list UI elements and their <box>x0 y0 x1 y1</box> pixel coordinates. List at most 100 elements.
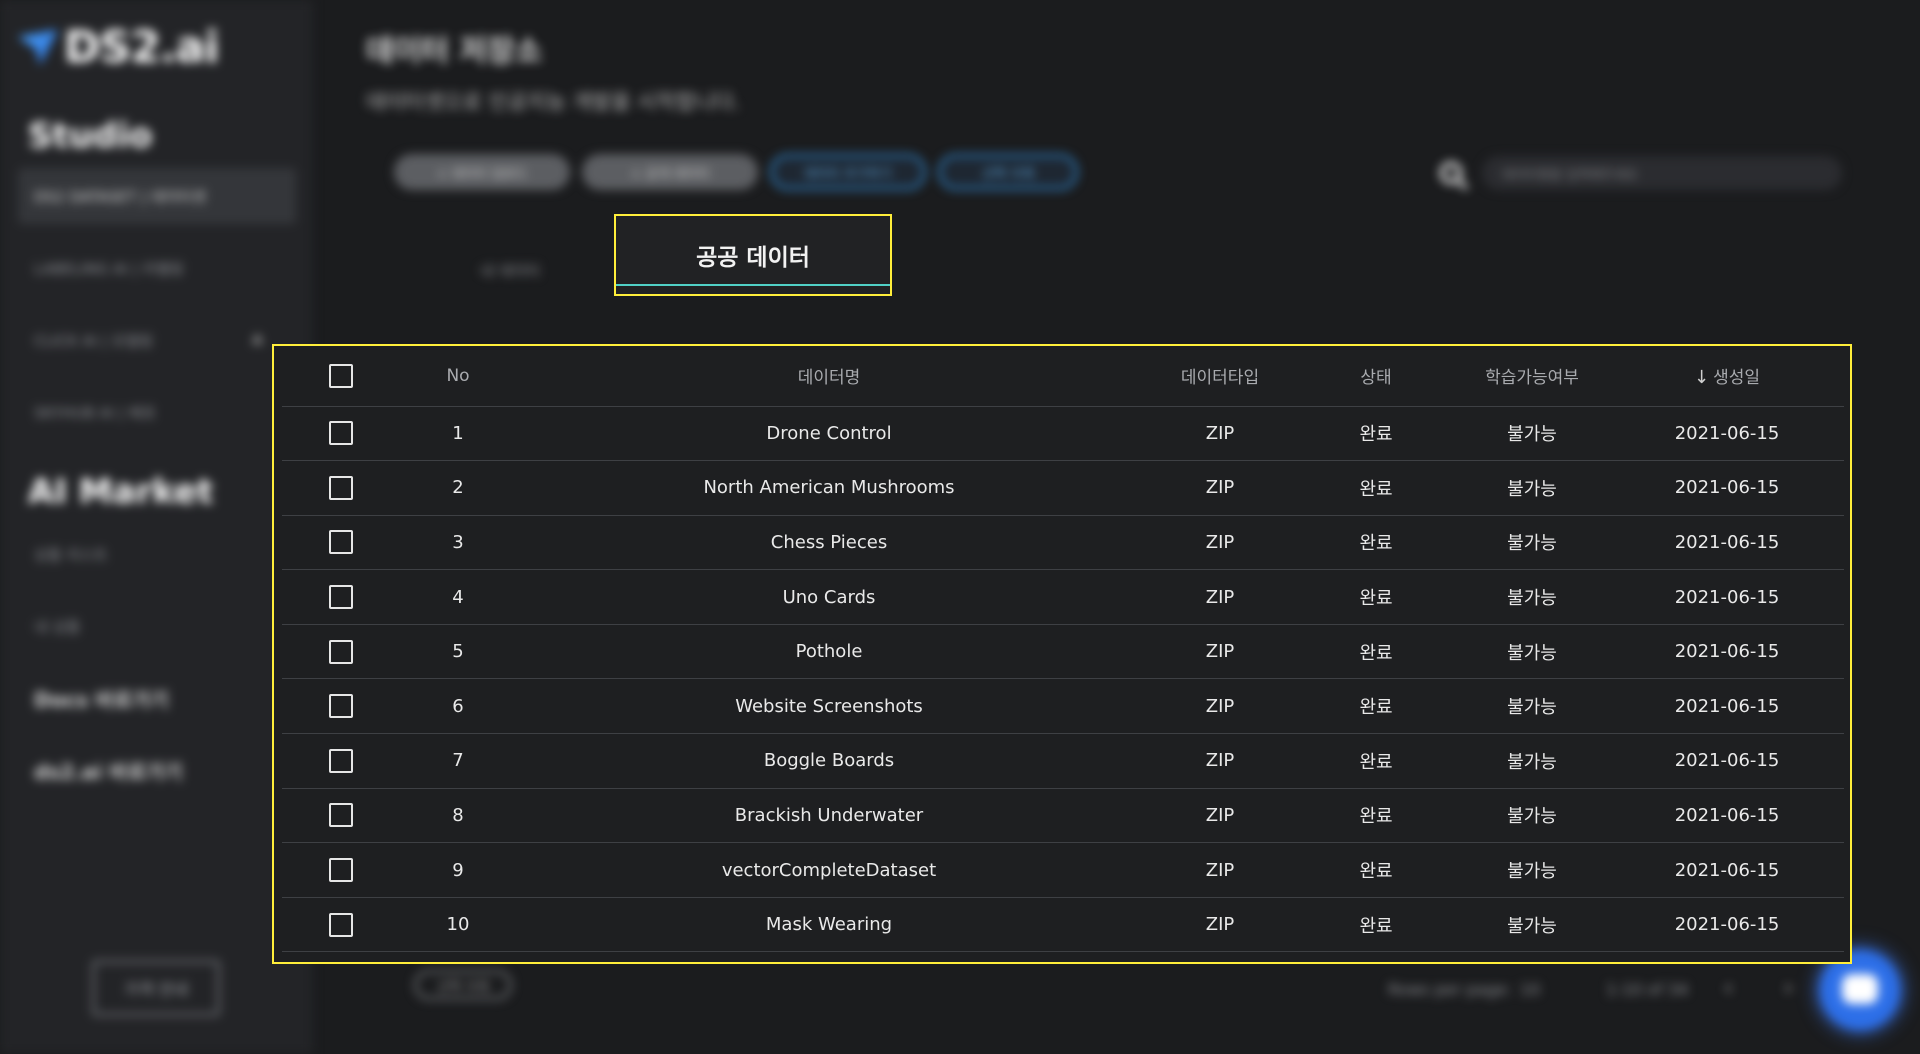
pricing-button[interactable]: 가격 안내 <box>92 960 220 1016</box>
column-header-type[interactable]: 데이터타입 <box>1142 346 1298 407</box>
cell-status: 완료 <box>1298 406 1454 462</box>
sidebar-item-product-list[interactable]: 상품 리스트 <box>18 526 296 582</box>
search-input[interactable]: 데이터명을 입력해주세요 <box>1482 156 1842 190</box>
cell-trainable: 불가능 <box>1454 788 1610 844</box>
cell-status: 완료 <box>1298 624 1454 680</box>
cell-no: 5 <box>400 624 516 680</box>
row-checkbox[interactable] <box>329 858 353 883</box>
cell-trainable: 불가능 <box>1454 842 1610 898</box>
table-row[interactable]: 4 Uno Cards ZIP 완료 불가능 2021-06-15 <box>282 569 1844 625</box>
dataset-table-panel: No 데이터명 데이터타입 상태 학습가능여부 ↓ 생성일 1 Drone Cont… <box>272 344 1852 964</box>
row-select-cell <box>282 842 400 898</box>
cell-type: ZIP <box>1142 733 1298 789</box>
chevron-up-icon[interactable]: ▲ <box>252 330 263 346</box>
table-row[interactable]: 5 Pothole ZIP 완료 불가능 2021-06-15 <box>282 624 1844 680</box>
cell-trainable: 불가능 <box>1454 624 1610 680</box>
column-header-name[interactable]: 데이터명 <box>516 346 1142 407</box>
cell-created: 2021-06-15 <box>1610 624 1844 680</box>
cell-name: Drone Control <box>516 406 1142 462</box>
cell-type: ZIP <box>1142 406 1298 462</box>
ds2-site-link[interactable]: ds2.ai 바로가기 <box>34 756 183 785</box>
cell-status: 완료 <box>1298 788 1454 844</box>
row-checkbox[interactable] <box>329 585 353 610</box>
tab-active-indicator <box>616 284 890 286</box>
cell-name: Chess Pieces <box>516 515 1142 571</box>
cell-no: 3 <box>400 515 516 571</box>
studio-heading: Studio <box>28 116 153 156</box>
cell-created: 2021-06-15 <box>1610 733 1844 789</box>
row-checkbox[interactable] <box>329 694 353 719</box>
row-select-cell <box>282 733 400 789</box>
table-row[interactable]: 3 Chess Pieces ZIP 완료 불가능 2021-06-15 <box>282 515 1844 571</box>
add-data-button[interactable]: 데이터 추가하기 <box>770 154 926 190</box>
sidebar-item-dataset[interactable]: DS2 DATASET | 데이터셋 <box>18 168 296 224</box>
footer-delete-chip[interactable]: 선택 삭제 <box>414 970 512 1000</box>
cell-status: 완료 <box>1298 678 1454 735</box>
cell-no: 10 <box>400 897 516 953</box>
cell-no: 9 <box>400 842 516 898</box>
table-row[interactable]: 9 vectorCompleteDataset ZIP 완료 불가능 2021-06-15 <box>282 842 1844 898</box>
column-header-created[interactable]: ↓ 생성일 <box>1610 346 1844 407</box>
cell-no: 8 <box>400 788 516 844</box>
tab-public-data-label: 공공 데이터 <box>696 245 810 271</box>
row-select-cell <box>282 624 400 680</box>
row-select-cell <box>282 515 400 571</box>
rows-per-page-label: Rows per page: <box>1388 980 1512 999</box>
sidebar-item-labeling[interactable]: LABELING AI | 라벨링 <box>18 240 296 296</box>
cell-name: Mask Wearing <box>516 897 1142 953</box>
page-title: 데이터 저장소 <box>366 34 543 69</box>
cell-type: ZIP <box>1142 460 1298 516</box>
tab-my-data[interactable]: 내 데이터 <box>480 260 540 281</box>
delete-selected-button[interactable]: 선택 삭제 <box>938 154 1078 190</box>
cell-trainable: 불가능 <box>1454 406 1610 462</box>
search-icon[interactable] <box>1440 162 1462 184</box>
cell-status: 완료 <box>1298 515 1454 571</box>
table-row[interactable]: 8 Brackish Underwater ZIP 완료 불가능 2021-06-15 <box>282 788 1844 844</box>
cell-created: 2021-06-15 <box>1610 569 1844 625</box>
row-checkbox[interactable] <box>329 475 353 500</box>
select-all-checkbox[interactable] <box>329 363 353 388</box>
row-checkbox[interactable] <box>329 639 353 664</box>
upload-data-button[interactable]: + 데이터 업로드 <box>394 154 570 190</box>
row-checkbox[interactable] <box>329 912 353 937</box>
arrow-down-icon: ↓ <box>1693 367 1710 389</box>
cell-status: 완료 <box>1298 569 1454 625</box>
table-row[interactable]: 1 Drone Control ZIP 완료 불가능 2021-06-15 <box>282 406 1844 462</box>
cell-type: ZIP <box>1142 842 1298 898</box>
column-header-no[interactable]: No <box>400 346 516 407</box>
next-page-icon[interactable]: › <box>1784 976 1793 1001</box>
docs-link[interactable]: Docs 바로가기 <box>34 684 169 713</box>
row-checkbox[interactable] <box>329 421 353 446</box>
row-checkbox[interactable] <box>329 803 353 828</box>
brand-logo[interactable]: DS2.ai <box>18 22 219 73</box>
cell-trainable: 불가능 <box>1454 515 1610 571</box>
sidebar-item-my-products[interactable]: 내 상품 <box>18 598 296 654</box>
cell-type: ZIP <box>1142 515 1298 571</box>
table-row[interactable]: 7 Boggle Boards ZIP 완료 불가능 2021-06-15 <box>282 733 1844 789</box>
rows-per-page-select[interactable]: 10 <box>1520 980 1540 999</box>
sidebar-item-skyhub[interactable]: SKYHUB AI | 배포 <box>18 384 296 440</box>
row-checkbox[interactable] <box>329 748 353 773</box>
table-row[interactable]: 6 Website Screenshots ZIP 완료 불가능 2021-06-15 <box>282 678 1844 735</box>
cell-trainable: 불가능 <box>1454 569 1610 625</box>
cell-type: ZIP <box>1142 569 1298 625</box>
page-range: 1-10 of 34 <box>1606 980 1689 999</box>
tab-public-data[interactable]: 공공 데이터 <box>614 214 892 296</box>
cell-name: Boggle Boards <box>516 733 1142 789</box>
sidebar: DS2.ai Studio DS2 DATASET | 데이터셋 LABELIN… <box>0 0 313 1054</box>
cell-created: 2021-06-15 <box>1610 460 1844 516</box>
cell-no: 4 <box>400 569 516 625</box>
row-checkbox[interactable] <box>329 530 353 555</box>
column-header-trainable[interactable]: 학습가능여부 <box>1454 346 1610 407</box>
cell-type: ZIP <box>1142 788 1298 844</box>
public-data-button[interactable]: + 공개 데이터 <box>582 154 758 190</box>
table-row[interactable]: 2 North American Mushrooms ZIP 완료 불가능 2021-06… <box>282 460 1844 516</box>
table-body: 1 Drone Control ZIP 완료 불가능 2021-06-15 2 North A… <box>282 406 1844 953</box>
prev-page-icon[interactable]: ‹ <box>1724 976 1733 1001</box>
table-row[interactable]: 10 Mask Wearing ZIP 완료 불가능 2021-06-15 <box>282 897 1844 953</box>
cell-status: 완료 <box>1298 733 1454 789</box>
cell-no: 6 <box>400 678 516 735</box>
cell-trainable: 불가능 <box>1454 460 1610 516</box>
column-header-status[interactable]: 상태 <box>1298 346 1454 407</box>
row-select-cell <box>282 460 400 516</box>
